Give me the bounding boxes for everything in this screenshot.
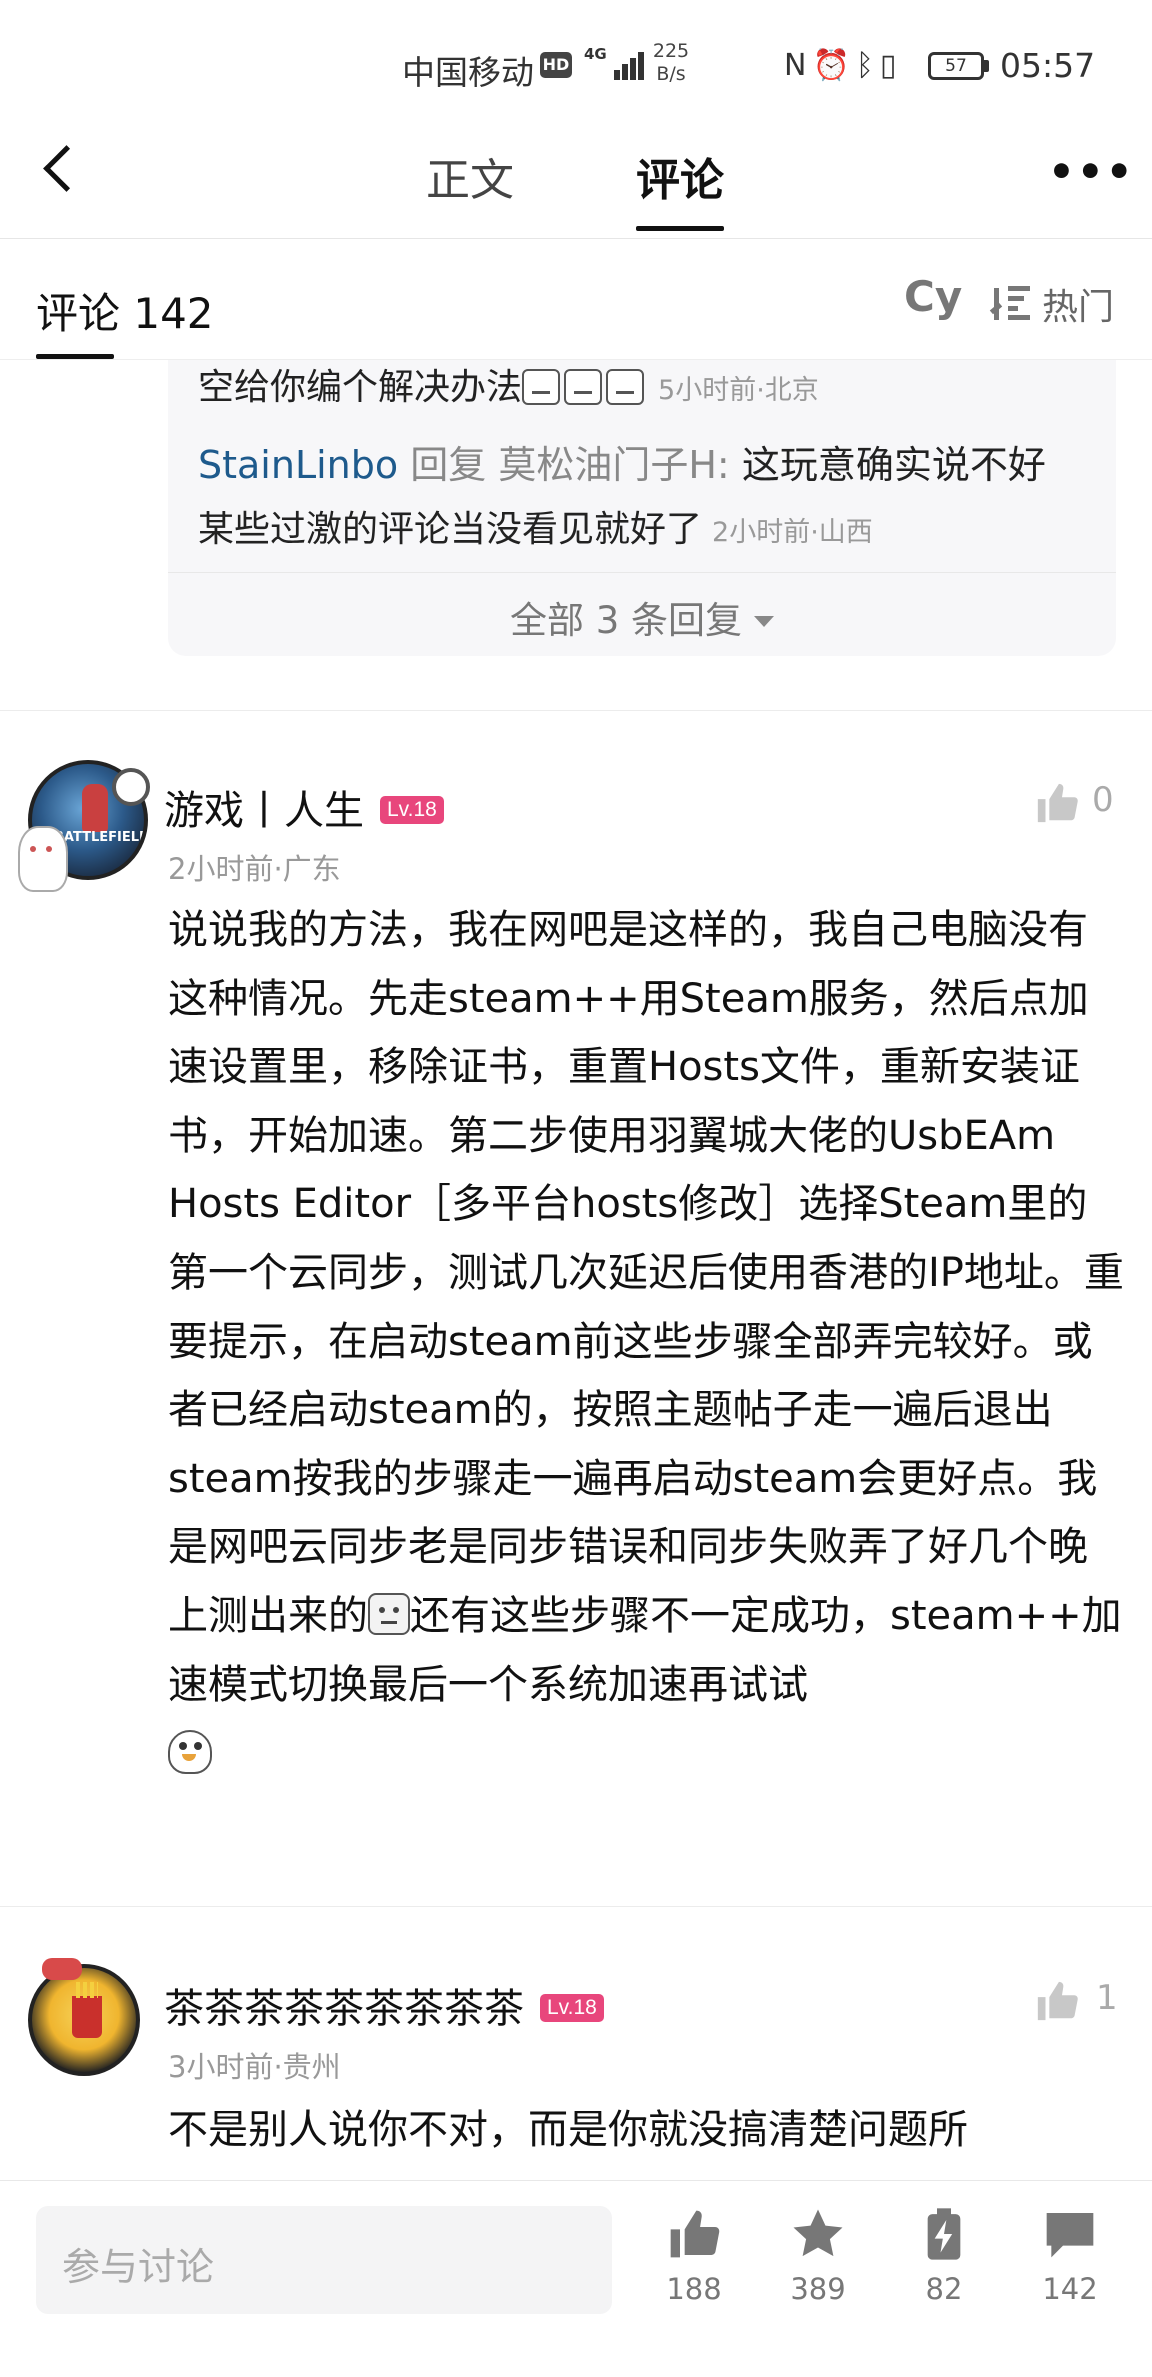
star-icon: [793, 2209, 843, 2257]
divider: [0, 238, 1152, 239]
avatar-decoration: [18, 826, 68, 892]
reply-line: 空给你编个解决办法 5小时前·北京: [198, 367, 819, 408]
comments-button[interactable]: 142: [1022, 2206, 1112, 2316]
more-icon[interactable]: •••: [1048, 151, 1135, 193]
penguin-emoji-icon: [168, 1730, 212, 1775]
hd-icon: HD: [540, 52, 572, 78]
reply-meta: 5小时前·北京: [658, 375, 819, 406]
like-button[interactable]: 188: [646, 2206, 736, 2316]
emoji-icon: [606, 369, 645, 405]
reply-target-user: 莫松油门子H:: [498, 443, 730, 487]
battery-icon: 57: [928, 52, 984, 80]
tab-body[interactable]: 正文: [426, 144, 514, 208]
comment-username[interactable]: 游戏丨人生 Lv.18: [164, 778, 444, 836]
comment-meta: 2小时前·广东: [168, 852, 341, 886]
nfc-icon: N: [784, 48, 813, 83]
chevron-down-icon: [754, 616, 775, 627]
battery-tip: [984, 60, 989, 72]
bluetooth-icon: ᛒ: [855, 48, 880, 83]
network-speed: 225 B/s: [652, 40, 690, 85]
like-icon[interactable]: [1034, 1978, 1080, 2024]
comment-username[interactable]: 茶茶茶茶茶茶茶茶茶 Lv.18: [164, 1976, 604, 2034]
divider: [0, 1906, 1152, 1907]
clock: 05:57: [1000, 46, 1096, 85]
comment-text: 不是别人说你不对，而是你就没搞清楚问题所: [168, 2107, 968, 2153]
divider: [0, 710, 1152, 711]
system-icons: N⏰ᛒ▯: [784, 48, 902, 83]
cy-button[interactable]: Cy: [904, 272, 962, 321]
chat-bubble-icon: [1046, 2213, 1094, 2258]
level-badge: Lv.18: [540, 1994, 604, 2022]
sort-hot-button[interactable]: 热门: [1042, 278, 1114, 330]
discussion-input-placeholder: 参与讨论: [62, 2245, 215, 2289]
signal-icon: [608, 48, 648, 80]
reply-line: 某些过激的评论当没看见就好了 2小时前·山西: [198, 509, 873, 550]
vibrate-icon: ▯: [879, 48, 903, 83]
carrier-name: 中国移动: [402, 53, 534, 92]
reply-username[interactable]: StainLinbo: [198, 443, 398, 487]
like-icon[interactable]: [1034, 780, 1080, 826]
like-count: 1: [1096, 1978, 1118, 2018]
emoji-icon: [368, 1592, 410, 1635]
comment-count-tab[interactable]: 评论 142: [36, 280, 214, 341]
comment-text: 说说我的方法，我在网吧是这样的，我自己电脑没有这种情况。先走steam++用St…: [168, 896, 1126, 1788]
steam-frame-icon: [112, 768, 150, 806]
alarm-icon: ⏰: [812, 48, 856, 83]
reply-meta: 2小时前·山西: [712, 517, 873, 548]
network-type: 4G: [584, 45, 607, 63]
tab-active-indicator: [636, 226, 724, 231]
like-count: 0: [1092, 780, 1114, 820]
bow-icon: [42, 1958, 82, 1980]
status-bar: 中国移动 HD 4G 225 B/s N⏰ᛒ▯ 57 05:57: [0, 0, 1152, 120]
sort-icon[interactable]: [989, 280, 1032, 320]
fries-icon: [72, 1982, 102, 2038]
tab-comments[interactable]: 评论: [636, 144, 724, 208]
battery-charge-icon: [927, 2208, 961, 2260]
level-badge: Lv.18: [380, 796, 444, 824]
back-icon[interactable]: [36, 142, 92, 202]
reply-line[interactable]: StainLinbo 回复 莫松油门子H: 这玩意确实说不好: [198, 434, 1046, 489]
divider: [168, 572, 1116, 573]
all-replies-button[interactable]: 全部 3 条回复: [168, 590, 1116, 644]
thumbs-up-icon: [670, 2210, 720, 2258]
comment-meta: 3小时前·贵州: [168, 2050, 341, 2084]
charge-button[interactable]: 82: [896, 2206, 986, 2316]
emoji-icon: [564, 369, 603, 405]
favorite-button[interactable]: 389: [770, 2206, 860, 2316]
emoji-icon: [522, 369, 561, 405]
